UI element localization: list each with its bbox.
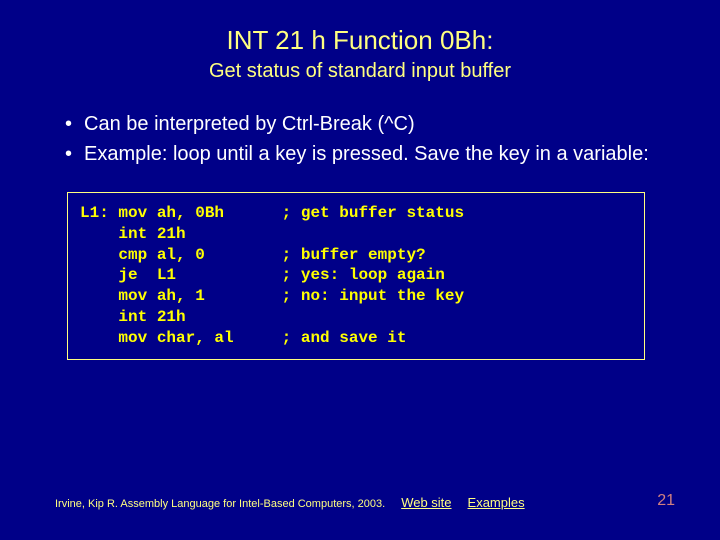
citation-text: Irvine, Kip R. Assembly Language for Int…	[55, 498, 385, 510]
bullet-text: Can be interpreted by Ctrl-Break (^C)	[84, 111, 665, 137]
code-box: L1: mov ah, 0Bh ; get buffer status int …	[67, 192, 645, 360]
footer: Irvine, Kip R. Assembly Language for Int…	[55, 495, 665, 510]
slide-title: INT 21 h Function 0Bh:	[55, 25, 665, 56]
slide-subtitle: Get status of standard input buffer	[55, 60, 665, 83]
bullet-marker-icon: •	[65, 141, 72, 167]
bullet-list: • Can be interpreted by Ctrl-Break (^C) …	[65, 111, 665, 167]
bullet-marker-icon: •	[65, 111, 72, 137]
page-number: 21	[657, 492, 675, 510]
website-link[interactable]: Web site	[401, 495, 451, 510]
slide: INT 21 h Function 0Bh: Get status of sta…	[0, 0, 720, 540]
bullet-item: • Can be interpreted by Ctrl-Break (^C)	[65, 111, 665, 137]
bullet-item: • Example: loop until a key is pressed. …	[65, 141, 665, 167]
bullet-text: Example: loop until a key is pressed. Sa…	[84, 141, 665, 167]
examples-link[interactable]: Examples	[468, 495, 525, 510]
